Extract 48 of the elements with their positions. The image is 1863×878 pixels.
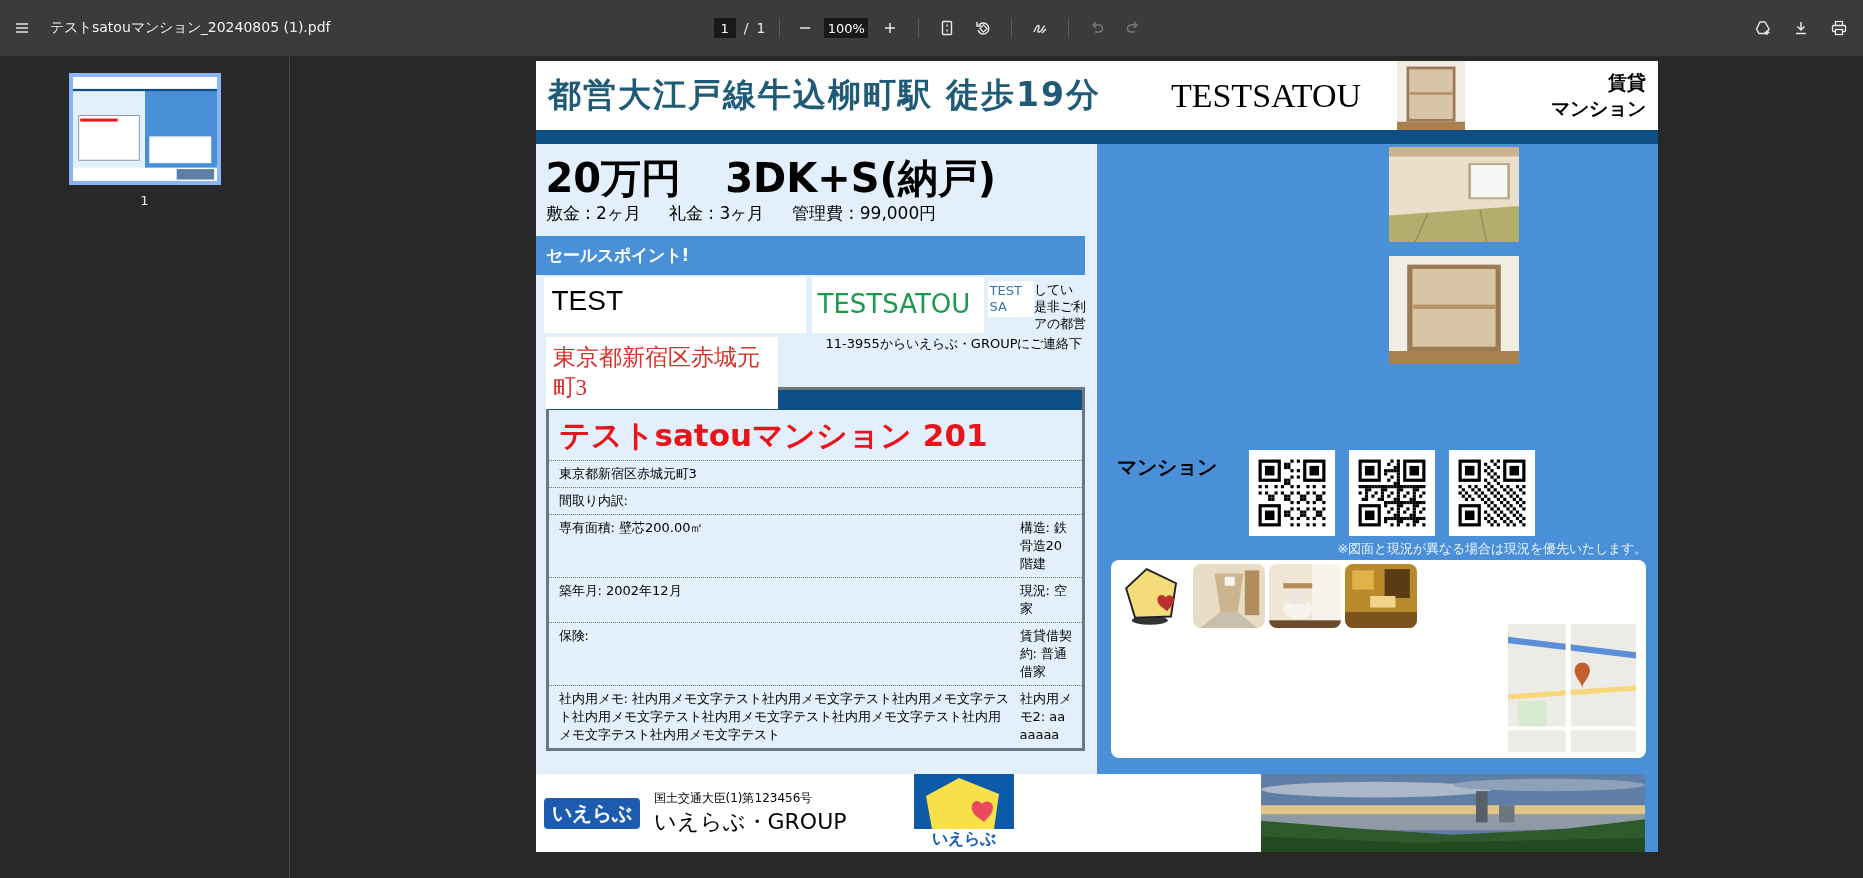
property-type: マンション [1550, 95, 1646, 121]
table-cell: 社内用メモ2: aaaaaaa [1019, 690, 1072, 744]
sales-text: 11-3955からいえらぶ・GROUPにご連絡下 [825, 335, 1083, 353]
fee-text: 管理費 : 99,000円 [792, 202, 937, 225]
room-layout: 3DK+S(納戸) [725, 154, 997, 202]
page-separator: / [743, 20, 749, 36]
table-cell-text: 築年月: 2002年12月 [558, 582, 683, 600]
file-name: テストsatouマンション_20240805 (1).pdf [50, 19, 331, 37]
disclaimer-note: ※図面と現況が異なる場合は現況を優先いたします。 [1336, 540, 1649, 558]
fee-text: 敷金 : 2ヶ月 [545, 202, 641, 225]
address-box: 東京都新宿区赤城元町3 [545, 337, 778, 409]
menu-icon [14, 20, 30, 36]
drive-add-icon [1755, 20, 1771, 36]
sales-text: してい [1033, 281, 1074, 298]
license-number: 国土交通大臣(1)第123456号 [653, 789, 814, 807]
page-label: 1 [140, 193, 149, 208]
text-box: TEST [543, 277, 806, 333]
company-logo: いえらぶ [543, 797, 640, 829]
sales-text: アの都営 [1033, 315, 1086, 332]
download-icon [1793, 20, 1809, 36]
zoom-field[interactable]: 100% [824, 18, 869, 38]
table-cell: 社内用メモ: 社内用メモ文字テスト社内用メモ文字テスト社内用メモ文字テスト社内用メモ文字テスト社内用メモ文字テスト社内用メモ文字テスト社内用メモ文字テスト社内用メモ文字テスト [558, 690, 1010, 744]
table-cell-text: 専有面積: 壁芯200.00㎡ [558, 519, 705, 537]
property-name: テストsatouマンション 201 [548, 410, 1082, 461]
sales-text: 是非ご利 [1033, 298, 1086, 315]
rotate-icon [975, 20, 992, 36]
property-type: 賃貸 [1607, 69, 1646, 95]
table-cell-text: 保険: [558, 627, 590, 645]
table-cell: 賃貸借契約: 普通借家 [1019, 627, 1072, 681]
property-type: マンション [1116, 454, 1218, 481]
print-icon [1831, 20, 1847, 36]
text-box: TEST SA [987, 281, 1034, 317]
fee-text: 礼金 : 3ヶ月 [668, 202, 765, 225]
page-thumbnail[interactable] [68, 73, 221, 185]
section-heading: セールスポイント! [535, 236, 1085, 275]
table-cell-text: 間取り内訳: [558, 492, 629, 510]
station-title: 都営大江戸線牛込柳町駅 徒歩19分 [546, 74, 1101, 116]
table-cell-text: 構造: 鉄骨造20階建 [1019, 519, 1068, 573]
text-box: TESTSATOU [811, 277, 984, 333]
table-cell-text: 現況: 空家 [1019, 582, 1068, 618]
rent-price: 20万円 [545, 154, 682, 202]
brand-name: TESTSATOU [1170, 76, 1362, 115]
logo-text: いえらぶ [931, 829, 996, 850]
page-count: 1 [756, 20, 766, 36]
page-number-field[interactable]: 1 [713, 18, 736, 38]
table-cell-text: 東京都新宿区赤城元町3 [558, 465, 698, 483]
minus-icon [800, 27, 811, 29]
company-name: いえらぶ・GROUP [653, 807, 848, 836]
